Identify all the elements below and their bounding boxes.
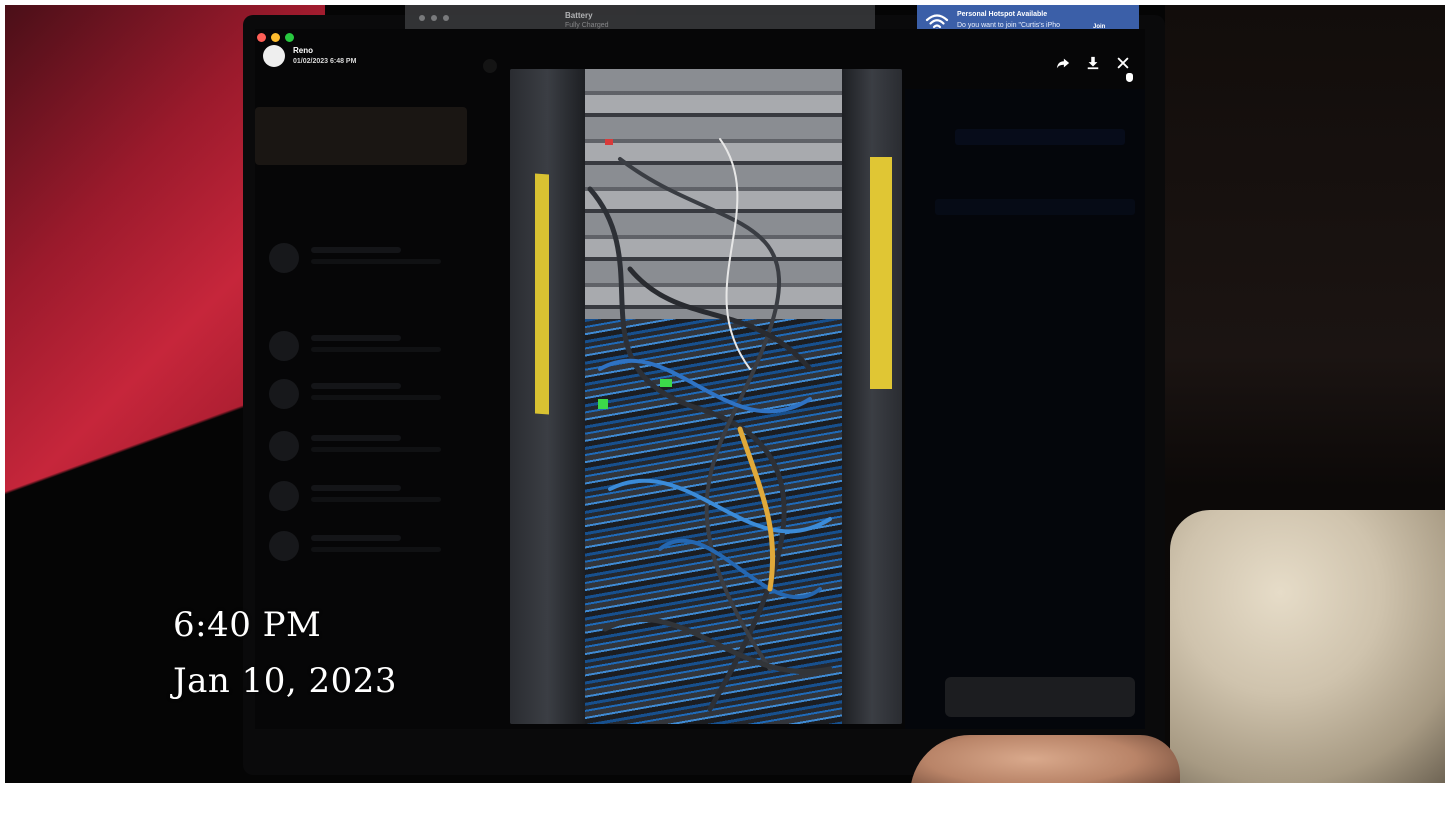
sender-avatar bbox=[263, 45, 285, 67]
window-controls bbox=[257, 33, 294, 42]
share-icon[interactable] bbox=[1055, 55, 1071, 71]
avatar bbox=[269, 481, 299, 511]
conversation-row[interactable] bbox=[269, 327, 459, 367]
server-rack-photo bbox=[510, 69, 902, 724]
close-icon[interactable] bbox=[1115, 55, 1131, 71]
minimize-window-button[interactable] bbox=[271, 33, 280, 42]
pointer-cursor bbox=[1126, 73, 1133, 82]
notification-title: Personal Hotspot Available bbox=[957, 11, 1048, 18]
sender-name: Reno bbox=[293, 46, 313, 55]
conversation-row[interactable] bbox=[269, 427, 459, 467]
sent-datetime: 01/02/2023 6:48 PM bbox=[293, 58, 357, 65]
power-strip-right bbox=[870, 157, 892, 389]
conversation-sidebar bbox=[255, 99, 475, 659]
avatar bbox=[269, 331, 299, 361]
close-window-button[interactable] bbox=[257, 33, 266, 42]
battery-status: Fully Charged bbox=[565, 22, 609, 29]
messages-app-window: Reno 01/02/2023 6:48 PM bbox=[255, 29, 1145, 729]
power-strip-left bbox=[535, 173, 549, 415]
message-transcript bbox=[905, 89, 1145, 729]
avatar bbox=[269, 243, 299, 273]
selected-conversation[interactable] bbox=[255, 107, 467, 165]
overlay-time: 6:40 PM bbox=[173, 605, 322, 645]
overlay-date: Jan 10, 2023 bbox=[173, 661, 398, 701]
blanket bbox=[1170, 510, 1445, 783]
avatar bbox=[269, 379, 299, 409]
download-icon[interactable] bbox=[1085, 55, 1101, 71]
viewer-toolbar bbox=[1055, 55, 1131, 71]
video-frame: Battery Fully Charged Personal Hotspot A… bbox=[5, 5, 1445, 783]
zoom-window-button[interactable] bbox=[285, 33, 294, 42]
conversation-row[interactable] bbox=[269, 477, 459, 517]
avatar bbox=[269, 431, 299, 461]
notification-body: Do you want to join "Curtis's iPho bbox=[957, 22, 1061, 29]
conversation-row[interactable] bbox=[269, 527, 459, 567]
conversation-row[interactable] bbox=[269, 239, 459, 279]
hand bbox=[910, 735, 1180, 783]
battery-title: Battery bbox=[565, 11, 593, 20]
avatar bbox=[269, 531, 299, 561]
conversation-row[interactable] bbox=[269, 375, 459, 415]
message-input[interactable] bbox=[945, 677, 1135, 717]
